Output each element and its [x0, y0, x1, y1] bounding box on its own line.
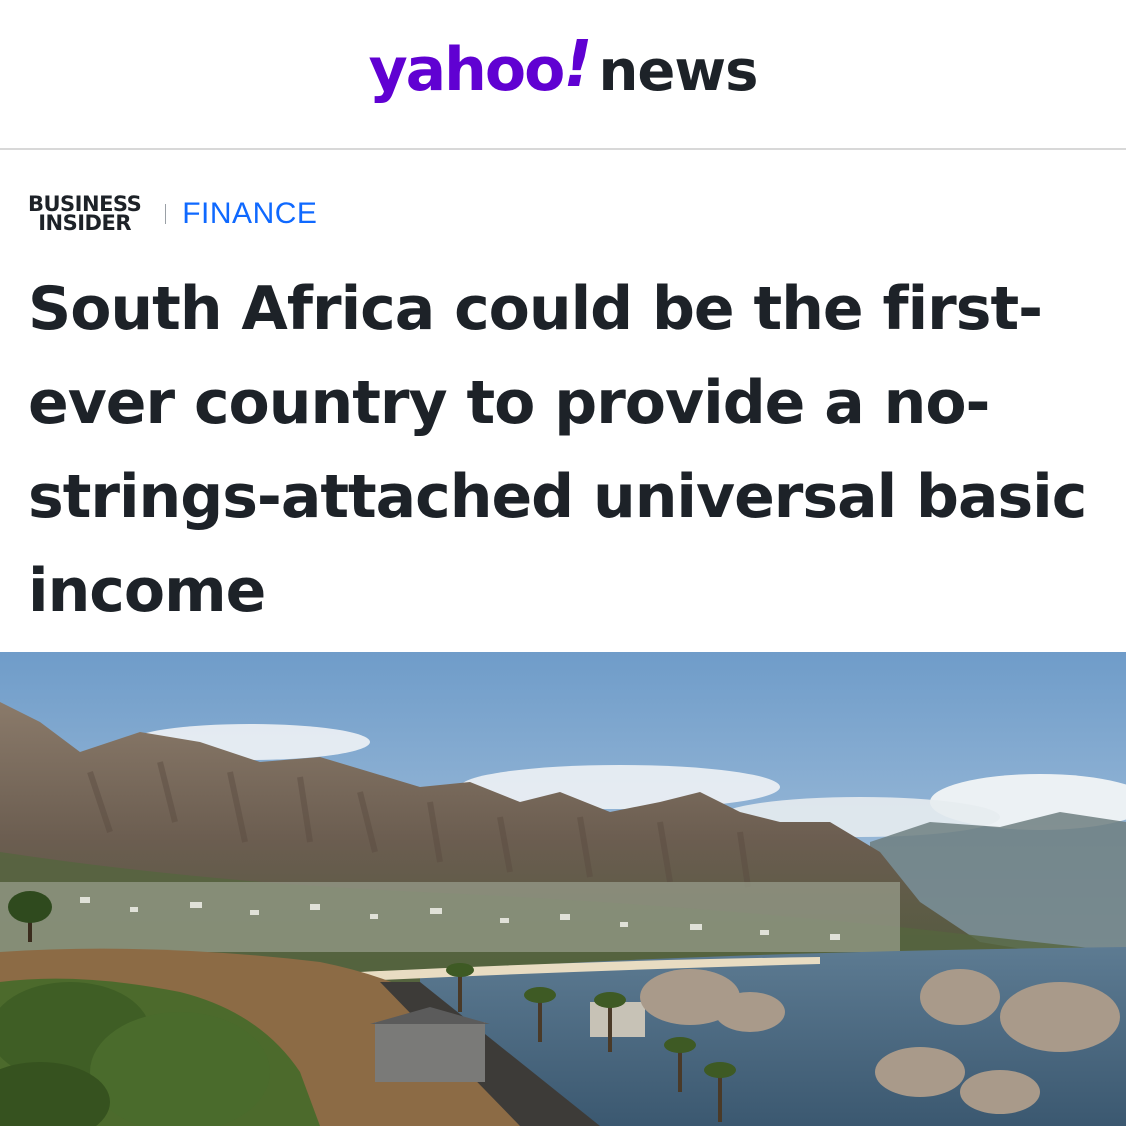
business-insider-logo[interactable]: BUSINESS INSIDER [28, 194, 142, 235]
source-line-2: INSIDER [38, 211, 131, 235]
hero-image [0, 652, 1126, 1126]
logo-bang-text: ! [563, 28, 593, 102]
article-headline: South Africa could be the first-ever cou… [28, 274, 1087, 626]
logo-news-text: news [598, 39, 759, 104]
category-link[interactable]: FINANCE [182, 197, 317, 231]
article-source-row: BUSINESS INSIDER FINANCE [28, 190, 317, 238]
logo-yahoo-text: yahoo [368, 35, 566, 105]
site-header: yahoo ! news [0, 0, 1126, 150]
source-divider [165, 204, 167, 224]
yahoo-news-logo[interactable]: yahoo ! news [368, 28, 759, 106]
